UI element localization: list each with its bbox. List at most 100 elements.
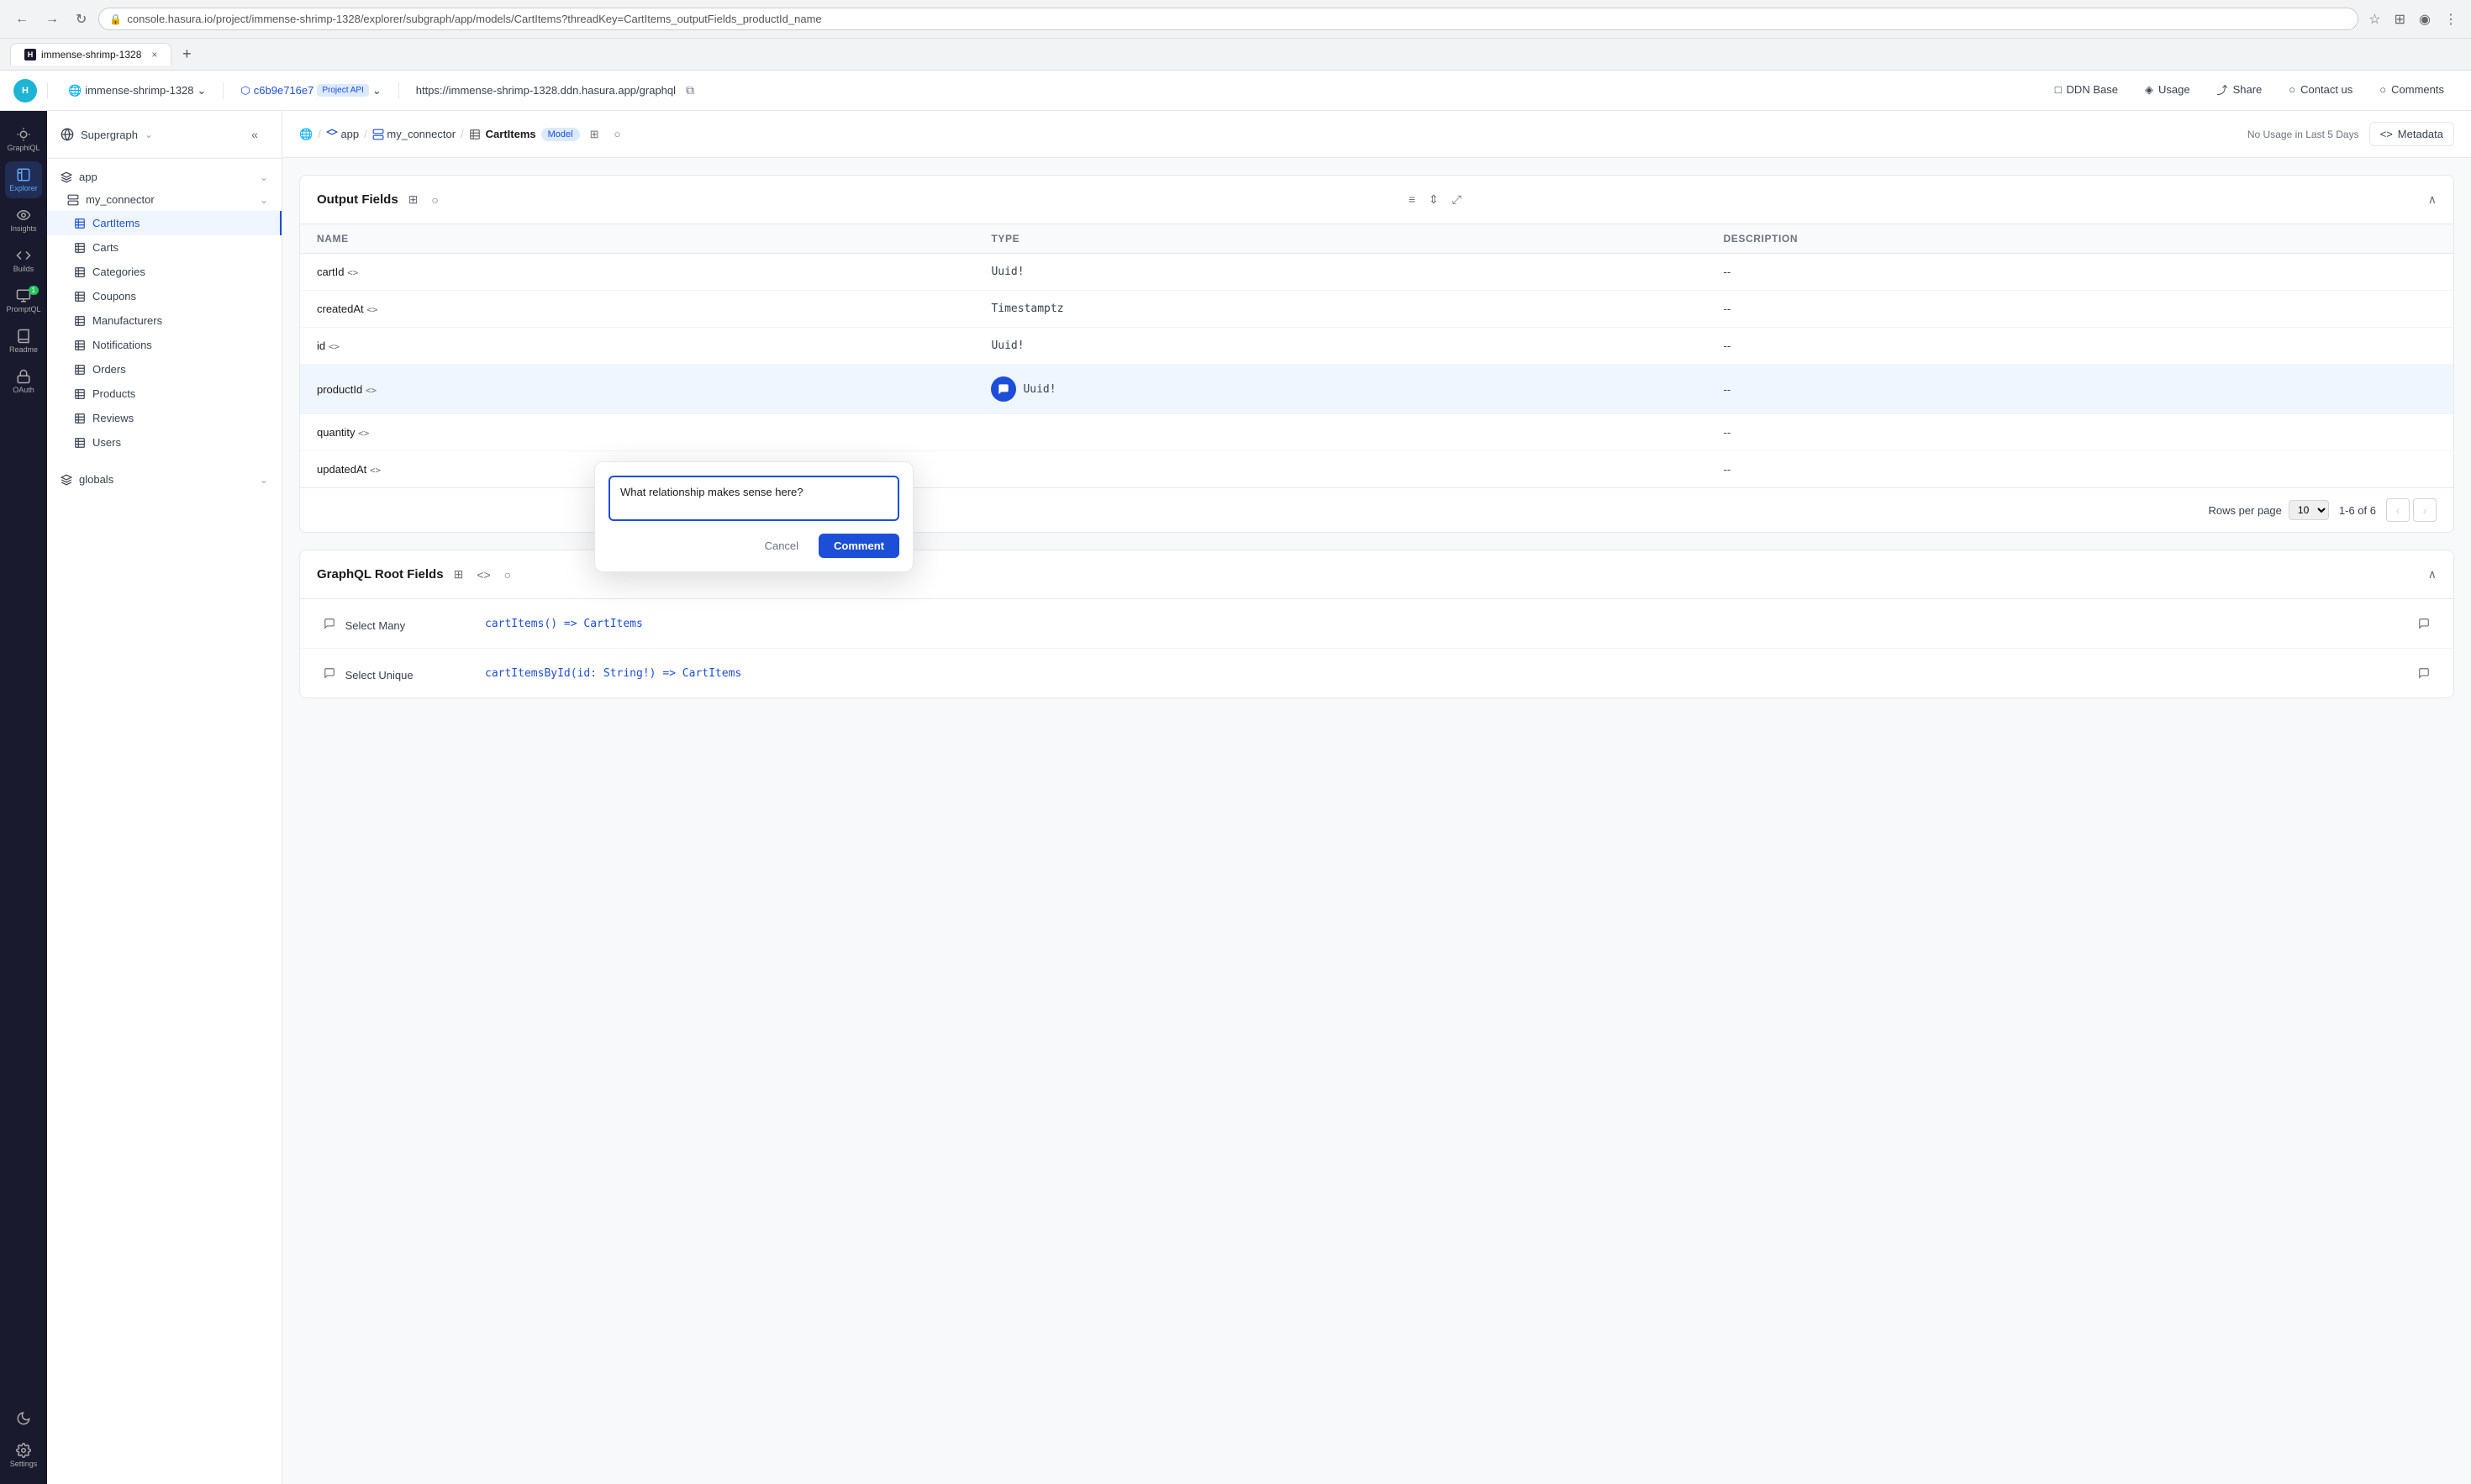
graphql-collapse-icon[interactable]: ∧ [2428,567,2437,581]
table-icon-coupons [74,291,86,303]
sidebar-item-products[interactable]: Products [47,382,282,406]
rail-item-oauth[interactable]: OAuth [5,363,42,400]
rail-item-readme[interactable]: Readme [5,323,42,360]
graphql-code-icon[interactable]: <> [473,565,493,585]
rail-item-insights[interactable]: Insights [5,202,42,239]
tab-close-icon[interactable]: × [151,49,157,61]
select-many-right-icon[interactable] [2411,611,2437,636]
address-bar[interactable]: 🔒 console.hasura.io/project/immense-shri… [98,8,2358,30]
createdat-code-badge[interactable]: <> [366,304,377,315]
sidebar-item-cartitems[interactable]: CartItems [47,211,282,235]
globals-section-header[interactable]: globals ⌄ [47,468,282,491]
row-createdat-name: createdAt <> [300,291,974,328]
project-selector[interactable]: 🌐 immense-shrimp-1328 ⌄ [58,84,216,97]
cartid-code-badge[interactable]: <> [347,267,358,278]
browser-actions: ☆ ⊞ ◉ ⋮ [2365,8,2461,31]
fullscreen-icon[interactable]: ⤢ [1449,189,1465,210]
star-icon[interactable]: ☆ [2365,8,2384,31]
rows-per-page: Rows per page 10 25 50 [2208,500,2328,520]
nav-share[interactable]: ⤴ Share [2204,71,2276,111]
rail-item-darkmode[interactable] [5,1400,42,1437]
breadcrumb-connector-link[interactable]: my_connector [372,128,456,141]
share-label: Share [2233,83,2263,96]
rail-item-explorer[interactable]: Explorer [5,161,42,198]
sidebar-item-orders[interactable]: Orders [47,357,282,382]
notifications-label: Notifications [92,339,152,351]
header-nav: H 🌐 immense-shrimp-1328 ⌄ ⬡ c6b9e716e7 P… [0,71,2471,111]
graphql-comment-icon[interactable]: ○ [501,565,514,585]
connector-label: my_connector [86,193,155,206]
select-unique-right-icon[interactable] [2411,660,2437,686]
nav-divider-2 [223,82,224,99]
row-quantity-type [974,414,1706,451]
rail-item-builds[interactable]: Builds [5,242,42,279]
oauth-label: OAuth [13,386,34,394]
rows-per-page-label: Rows per page [2208,504,2281,517]
updatedat-code-badge[interactable]: <> [370,465,381,476]
comment-submit-button[interactable]: Comment [819,534,899,558]
next-page-button[interactable]: › [2413,498,2437,522]
metadata-button[interactable]: <> Metadata [2369,122,2454,146]
rail-item-promptql[interactable]: PromptQL 1 [5,282,42,319]
commit-selector[interactable]: ⬡ c6b9e716e7 Project API ⌄ [230,84,391,97]
sidebar-item-carts[interactable]: Carts [47,235,282,260]
comment-input[interactable] [609,476,899,521]
profile-icon[interactable]: ◉ [2416,8,2434,31]
select-many-comment-icon[interactable] [317,611,342,636]
output-fields-collapse-icon[interactable]: ∧ [2428,192,2437,207]
rows-per-page-select[interactable]: 10 25 50 [2289,500,2329,520]
rail-item-settings[interactable]: Settings [5,1437,42,1474]
breadcrumb-app-link[interactable]: app [326,128,359,141]
sidebar-collapse-btn[interactable]: « [241,121,268,148]
quantity-code-badge[interactable]: <> [358,428,369,439]
output-fields-table: Name Type Description cartId <> Uuid! [300,224,2453,487]
table-row: cartId <> Uuid! -- [300,254,2453,291]
sidebar-item-users[interactable]: Users [47,430,282,455]
sidebar-item-manufacturers[interactable]: Manufacturers [47,308,282,333]
breadcrumb-globe-icon[interactable]: 🌐 [299,128,313,141]
select-unique-link-text[interactable]: cartItemsById(id: String!) => CartItems [485,667,741,680]
extensions-icon[interactable]: ⊞ [2391,8,2409,31]
productid-comment-active-btn[interactable] [991,376,1016,402]
sidebar-item-reviews[interactable]: Reviews [47,406,282,430]
expand-rows-icon[interactable]: ⇕ [1425,189,1442,210]
connector-section-header[interactable]: my_connector ⌄ [47,188,282,211]
rail-item-graphiql[interactable]: GraphiQL [5,121,42,158]
nav-comments[interactable]: ○ Comments [2366,71,2458,111]
tab-label: immense-shrimp-1328 [41,49,141,61]
back-button[interactable]: ← [10,8,34,30]
sidebar-item-categories[interactable]: Categories [47,260,282,284]
new-tab-button[interactable]: + [175,43,198,66]
prev-page-button[interactable]: ‹ [2386,498,2410,522]
usage-label: Usage [2158,83,2190,96]
supergraph-header[interactable]: Supergraph ⌄ [61,128,153,141]
forward-button[interactable]: → [40,8,64,30]
select-many-link: cartItems() => CartItems [468,599,2119,649]
id-code-badge[interactable]: <> [329,341,340,352]
refresh-button[interactable]: ↻ [71,8,92,31]
sidebar-item-notifications[interactable]: Notifications [47,333,282,357]
topbar-comment-icon[interactable]: ○ [609,123,626,145]
products-label: Products [92,387,135,400]
comment-icon-select-many [324,618,335,629]
cancel-button[interactable]: Cancel [755,534,809,557]
tab-immense-shrimp[interactable]: H immense-shrimp-1328 × [10,43,171,66]
graphql-url[interactable]: https://immense-shrimp-1328.ddn.hasura.a… [406,84,686,97]
insights-label: Insights [10,224,36,233]
table-list-icon[interactable]: ≡ [1405,189,1419,210]
graphql-grid-icon[interactable]: ⊞ [450,564,467,585]
output-fields-comment-icon[interactable]: ○ [428,190,441,210]
copy-url-icon[interactable]: ⧉ [686,83,694,97]
nav-contact-us[interactable]: ○ Contact us [2275,71,2366,111]
select-many-link-text[interactable]: cartItems() => CartItems [485,618,643,630]
productid-code-badge[interactable]: <> [366,385,377,396]
menu-icon[interactable]: ⋮ [2441,8,2461,31]
app-section-header[interactable]: app ⌄ [47,166,282,188]
table-view-icon[interactable]: ⊞ [585,123,604,146]
output-fields-grid-icon[interactable]: ⊞ [405,189,422,210]
sidebar-item-coupons[interactable]: Coupons [47,284,282,308]
no-usage-tag: No Usage in Last 5 Days [2247,129,2359,140]
nav-usage[interactable]: ◈ Usage [2131,71,2204,111]
select-unique-comment-icon[interactable] [317,660,342,686]
nav-ddn-base[interactable]: □ DDN Base [2042,71,2131,111]
